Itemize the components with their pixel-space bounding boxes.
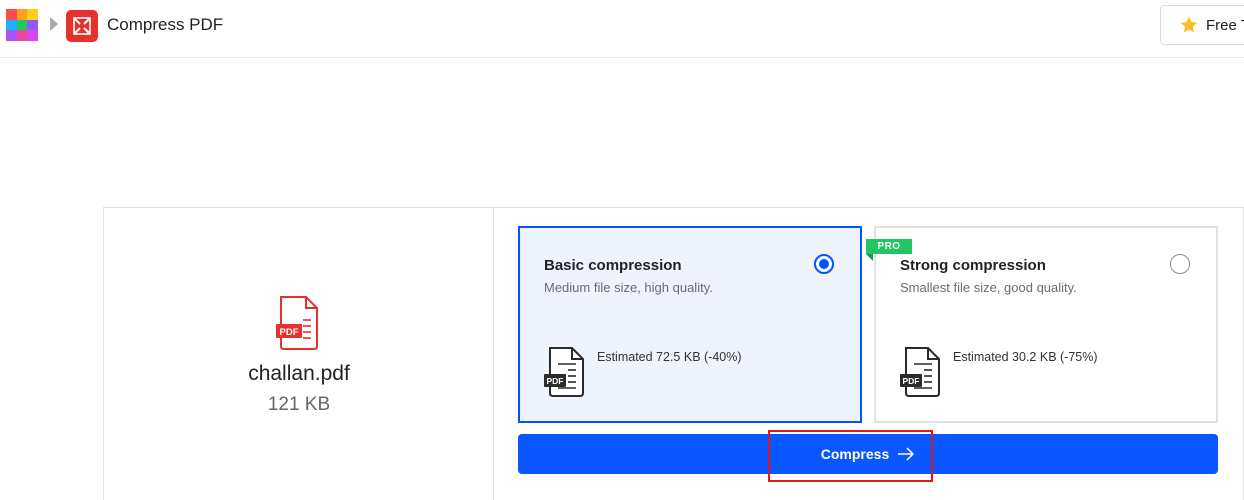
option-title: Basic compression	[544, 257, 682, 274]
grid-cell	[27, 9, 38, 20]
option-title: Strong compression	[900, 257, 1046, 274]
free-trial-label: Free T	[1206, 16, 1244, 34]
grid-cell	[16, 19, 28, 31]
grid-cell	[6, 19, 17, 31]
arrow-right-icon	[898, 447, 915, 461]
compress-pdf-logo-icon[interactable]	[66, 10, 98, 42]
pdf-badge-text: PDF	[280, 327, 299, 338]
top-bar: Compress PDF Free T	[0, 0, 1244, 58]
pdf-badge-text: PDF	[547, 376, 564, 386]
free-trial-button[interactable]: Free T	[1160, 5, 1244, 45]
pdf-document-icon: PDF	[900, 347, 942, 402]
star-icon	[1180, 16, 1198, 33]
file-size: 121 KB	[267, 394, 331, 415]
strong-compression-option[interactable]: Strong compression Smallest file size, g…	[874, 226, 1218, 423]
breadcrumb-caret-icon	[50, 17, 58, 31]
page-title: Compress PDF	[107, 15, 224, 34]
file-name: challan.pdf	[248, 362, 350, 385]
estimated-size: Estimated 72.5 KB (-40%)	[597, 350, 742, 364]
file-preview: PDF challan.pdf 121 KB	[104, 208, 494, 500]
grid-cell	[16, 30, 28, 41]
pdf-document-icon: PDF	[544, 347, 586, 402]
estimated-size: Estimated 30.2 KB (-75%)	[953, 350, 1098, 364]
grid-cell	[6, 9, 17, 20]
basic-compression-radio[interactable]	[814, 254, 834, 274]
pro-badge: PRO	[866, 239, 912, 254]
pro-badge-fold	[866, 254, 873, 261]
grid-cell	[6, 30, 17, 41]
apps-grid-icon[interactable]	[6, 9, 38, 41]
compress-button[interactable]: Compress	[518, 434, 1218, 474]
option-description: Medium file size, high quality.	[544, 280, 713, 295]
compress-arrows-icon	[73, 17, 91, 35]
option-description: Smallest file size, good quality.	[900, 280, 1077, 295]
grid-cell	[16, 9, 28, 20]
pdf-badge-text: PDF	[903, 376, 920, 386]
strong-compression-radio[interactable]	[1170, 254, 1190, 274]
compress-button-label: Compress	[820, 446, 890, 462]
compress-panel: PDF challan.pdf 121 KB Basic compression…	[103, 207, 1244, 500]
pdf-file-icon: PDF	[276, 296, 322, 355]
grid-cell	[27, 30, 38, 41]
basic-compression-option[interactable]: Basic compression Medium file size, high…	[518, 226, 862, 423]
grid-cell	[27, 19, 38, 31]
